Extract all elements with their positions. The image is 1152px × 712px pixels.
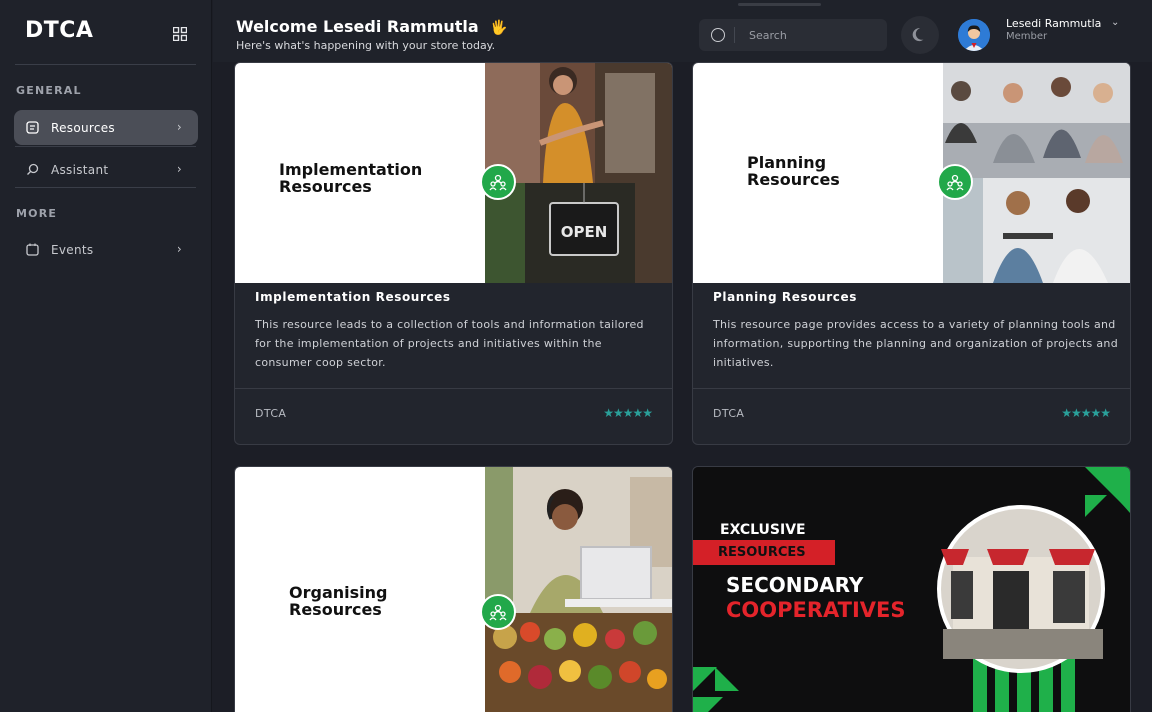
- star-rating: ★★★★★: [603, 406, 653, 420]
- welcome-heading: Welcome Lesedi Rammutla 🖐: [236, 17, 508, 36]
- card-divider: [693, 388, 1130, 389]
- search-box[interactable]: [699, 19, 887, 51]
- sidebar-divider: [15, 146, 196, 147]
- chevron-right-icon: ›: [176, 242, 182, 256]
- resource-card[interactable]: Implementation Resources OPEN Implementa…: [234, 62, 673, 445]
- card-banner: Organising Resources: [235, 467, 672, 712]
- chevron-down-icon[interactable]: ⌄: [1111, 17, 1119, 28]
- moon-icon: [912, 28, 924, 42]
- chevron-right-icon: ›: [176, 162, 182, 176]
- sidebar-item-label: Events: [51, 242, 94, 257]
- search-icon: [711, 28, 725, 42]
- user-name[interactable]: Lesedi Rammutla: [1006, 17, 1101, 30]
- banner-photo: [485, 467, 672, 712]
- banner-title: Planning Resources: [747, 153, 840, 189]
- app-logo[interactable]: DTCA: [25, 18, 93, 43]
- assistant-icon: [25, 163, 39, 177]
- user-avatar[interactable]: [958, 19, 990, 51]
- section-label-more: MORE: [16, 207, 58, 220]
- resource-card[interactable]: Organising Resources: [234, 466, 673, 712]
- sidebar: DTCA GENERAL Resources › Assistant › MOR…: [0, 0, 212, 712]
- welcome-text: Welcome Lesedi Rammutla: [236, 17, 479, 36]
- people-group-icon: [489, 604, 507, 621]
- resource-card[interactable]: EXCLUSIVE RESOURCES SECONDARY COOPERATIV…: [692, 466, 1131, 712]
- promo-line-cooperatives: COOPERATIVES: [726, 598, 906, 622]
- card-divider: [235, 388, 672, 389]
- coop-badge: [937, 164, 973, 200]
- open-sign-text: OPEN: [561, 223, 608, 241]
- people-group-icon: [489, 174, 507, 191]
- chevron-right-icon: ›: [176, 120, 182, 134]
- card-title[interactable]: Implementation Resources: [255, 290, 451, 304]
- sidebar-divider: [15, 187, 196, 188]
- card-brand: DTCA: [713, 407, 745, 420]
- promo-line-exclusive: EXCLUSIVE: [720, 522, 806, 538]
- promo-banner: EXCLUSIVE RESOURCES SECONDARY COOPERATIV…: [693, 467, 1130, 712]
- sidebar-divider: [15, 64, 196, 65]
- search-input[interactable]: [749, 25, 879, 45]
- top-header: Welcome Lesedi Rammutla 🖐 Here's what's …: [213, 0, 1152, 62]
- sidebar-item-label: Assistant: [51, 162, 109, 177]
- theme-toggle-button[interactable]: [901, 16, 939, 54]
- sidebar-item-label: Resources: [51, 120, 115, 135]
- coop-badge: [480, 164, 516, 200]
- wave-icon: 🖐: [490, 20, 508, 36]
- welcome-subtitle: Here's what's happening with your store …: [236, 39, 496, 52]
- people-group-icon: [946, 174, 964, 191]
- resource-card[interactable]: Planning Resources Planning Resources Th…: [692, 62, 1131, 445]
- avatar-illustration: [958, 19, 990, 51]
- card-banner: Implementation Resources OPEN: [235, 63, 672, 283]
- card-description: This resource leads to a collection of t…: [255, 318, 644, 369]
- section-label-general: GENERAL: [16, 84, 82, 97]
- sidebar-item-assistant[interactable]: Assistant ›: [14, 152, 198, 187]
- card-banner: Planning Resources: [693, 63, 1130, 283]
- document-icon: [25, 121, 39, 135]
- card-brand: DTCA: [255, 407, 287, 420]
- promo-line-resources: RESOURCES: [693, 540, 835, 565]
- sidebar-item-resources[interactable]: Resources ›: [14, 110, 198, 145]
- sidebar-item-events[interactable]: Events ›: [14, 232, 198, 267]
- card-title[interactable]: Planning Resources: [713, 290, 857, 304]
- banner-title: Organising Resources: [289, 583, 388, 619]
- search-separator: [734, 27, 735, 43]
- star-rating: ★★★★★: [1061, 406, 1111, 420]
- coop-badge: [480, 594, 516, 630]
- user-role: Member: [1006, 31, 1048, 42]
- top-scroll-indicator: [738, 3, 821, 6]
- banner-title: Implementation Resources: [279, 160, 423, 196]
- calendar-icon: [25, 243, 39, 257]
- card-description: This resource page provides access to a …: [713, 318, 1118, 369]
- grid-menu-button[interactable]: [170, 24, 190, 44]
- promo-line-secondary: SECONDARY: [726, 573, 864, 597]
- grid-icon: [173, 27, 187, 41]
